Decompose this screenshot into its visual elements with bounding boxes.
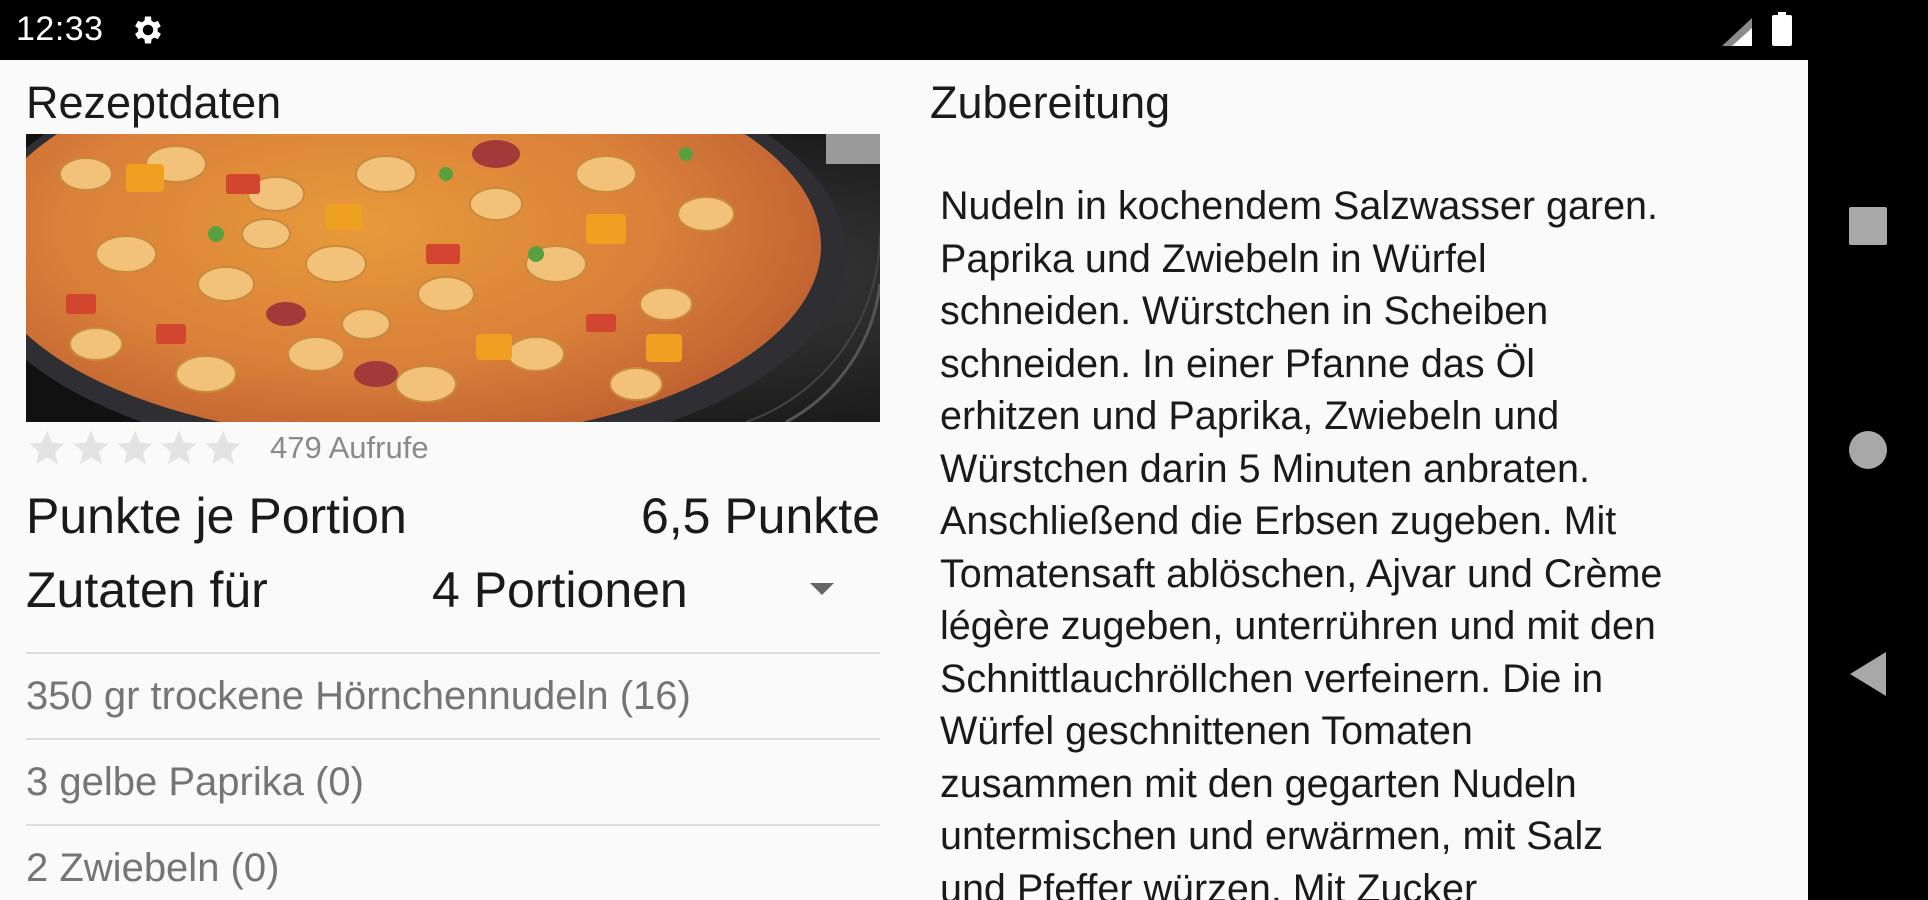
ingredients-list: 350 gr trockene Hörnchennudeln (16) 3 ge… — [26, 652, 880, 900]
preparation-panel: Zubereitung Nudeln in kochendem Salzwass… — [930, 60, 1790, 900]
status-time: 12:33 — [16, 10, 104, 48]
home-button[interactable] — [1838, 420, 1898, 480]
servings-value: 4 Portionen — [432, 562, 688, 618]
servings-row: Zutaten für 4 Portionen — [26, 558, 880, 622]
star-icon[interactable] — [202, 427, 244, 469]
preparation-title: Zubereitung — [930, 77, 1171, 128]
views-count: 479 Aufrufe — [270, 430, 429, 465]
star-icon[interactable] — [26, 427, 68, 469]
back-triangle-icon — [1850, 652, 1886, 696]
points-value: 6,5 Punkte — [640, 488, 880, 544]
star-icon[interactable] — [70, 427, 112, 469]
recipe-data-panel: Rezeptdaten 479 Aufrufe Punkte je Portio… — [26, 60, 880, 900]
ingredient-item[interactable]: 3 gelbe Paprika (0) — [26, 738, 880, 824]
back-button[interactable] — [1838, 644, 1898, 704]
gear-icon — [135, 16, 161, 44]
star-icon[interactable] — [158, 427, 200, 469]
servings-dropdown[interactable]: 4 Portionen — [432, 561, 880, 619]
square-icon — [1849, 207, 1887, 245]
rating-stars[interactable] — [26, 427, 244, 469]
recipe-screen: Rezeptdaten 479 Aufrufe Punkte je Portio… — [0, 60, 1808, 900]
nav-bar — [1808, 0, 1928, 900]
circle-icon — [1849, 431, 1887, 469]
preparation-text: Nudeln in kochendem Salzwasser garen. Pa… — [940, 184, 1663, 900]
status-bar: 12:33 — [0, 0, 1808, 60]
points-row: Punkte je Portion 6,5 Punkte — [26, 484, 880, 548]
recipe-photo — [26, 134, 880, 422]
star-icon[interactable] — [114, 427, 156, 469]
servings-label: Zutaten für — [26, 562, 268, 618]
rating-row: 479 Aufrufe — [26, 424, 880, 472]
recipe-image[interactable] — [26, 134, 880, 422]
ingredient-item[interactable]: 350 gr trockene Hörnchennudeln (16) — [26, 652, 880, 738]
recents-button[interactable] — [1838, 196, 1898, 256]
recipe-data-title: Rezeptdaten — [26, 77, 282, 128]
signal-icon — [1722, 18, 1752, 46]
dropdown-arrow-icon — [810, 583, 834, 595]
battery-icon — [1772, 12, 1792, 46]
ingredient-item[interactable]: 2 Zwiebeln (0) — [26, 824, 880, 900]
points-label: Punkte je Portion — [26, 488, 407, 544]
